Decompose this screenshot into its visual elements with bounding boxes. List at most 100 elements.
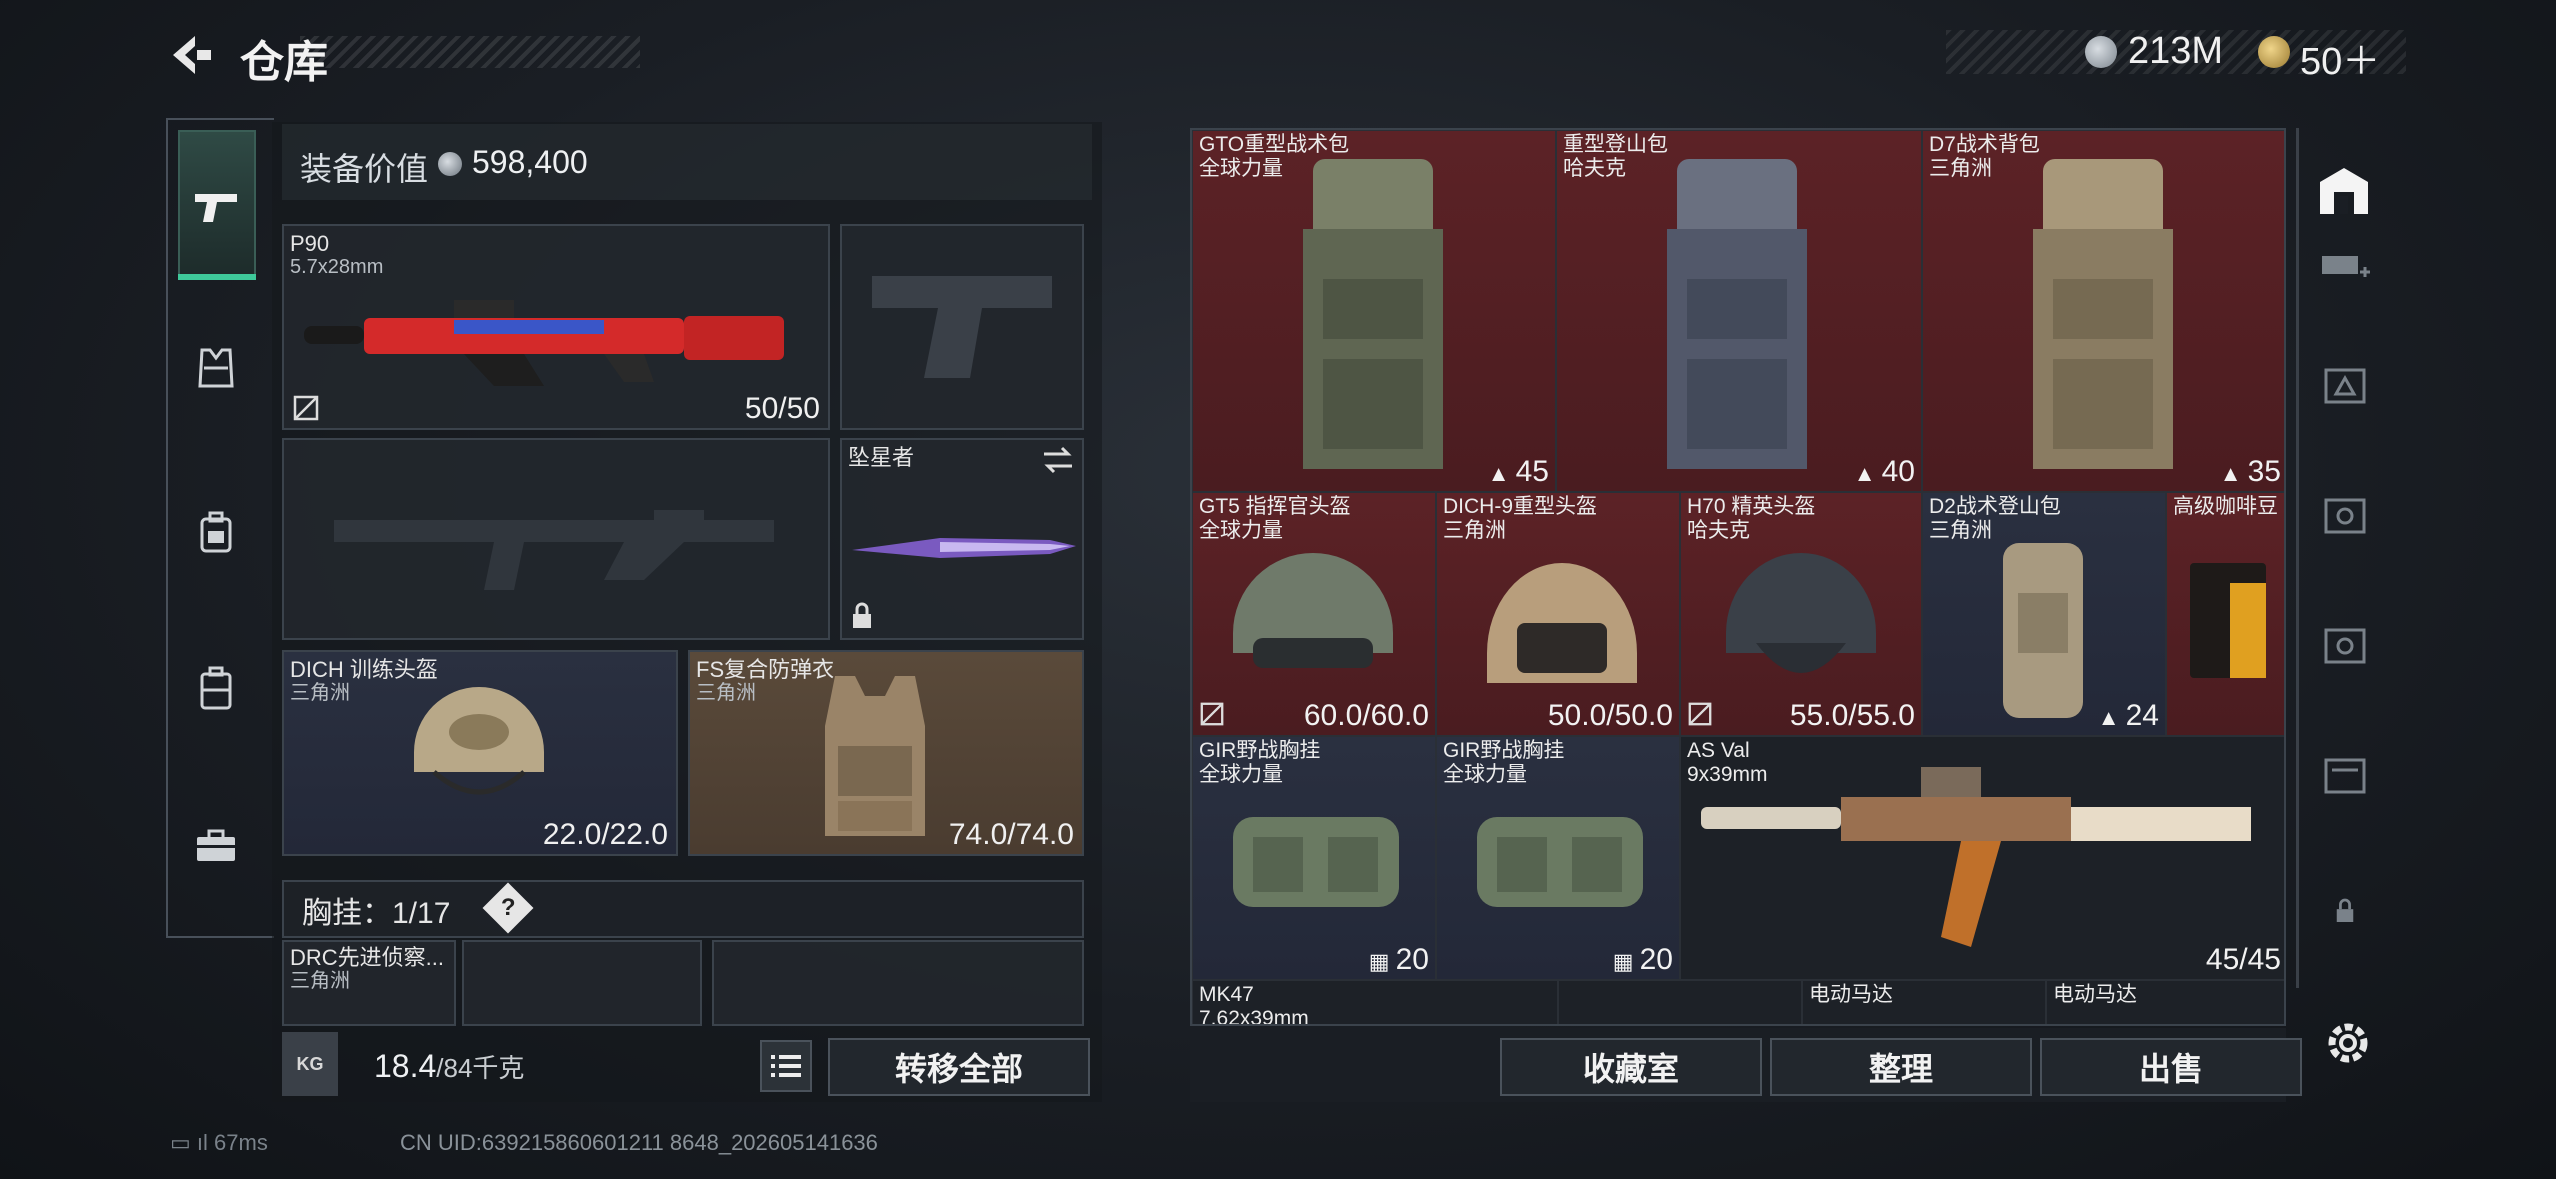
- capacity-icon: ▲: [1853, 461, 1882, 486]
- melee-slot[interactable]: 坠星者: [840, 438, 1084, 640]
- equipment-value: 598,400: [472, 144, 588, 180]
- item-count: ▲ 40: [1854, 455, 1915, 489]
- stash-item[interactable]: GTO重型战术包 全球力量 ▲ 45: [1192, 130, 1556, 492]
- ping-indicator: ▭ ıl 67ms: [170, 1130, 268, 1155]
- capacity-icon: ▲: [2219, 461, 2248, 486]
- item-title: MK47: [1199, 983, 1254, 1006]
- helmet-image: [1716, 543, 1886, 693]
- chest-empty-slot[interactable]: [462, 940, 702, 1026]
- weapon-caliber: 5.7x28mm: [290, 256, 384, 278]
- coin-icon: [438, 152, 462, 176]
- item-count-value: 20: [1395, 943, 1429, 976]
- user-uid: CN UID:639215860601211 8648_202605141636: [400, 1130, 878, 1155]
- list-view-button[interactable]: [760, 1040, 812, 1092]
- title-decoration: [300, 36, 640, 68]
- vest-capacity-icon: ▦: [1368, 949, 1396, 974]
- item-faction: 全球力量: [1199, 519, 1283, 542]
- backpack-image: [1293, 149, 1453, 479]
- helmet-image: [1477, 543, 1647, 693]
- stash-item[interactable]: D7战术背包 三角洲 ▲ 35: [1922, 130, 2284, 492]
- item-count-value: 35: [2247, 455, 2281, 488]
- weight-current: 18.4: [374, 1048, 437, 1084]
- item-name: DICH-9重型头盔 三角洲: [1443, 495, 1597, 543]
- luggage-icon[interactable]: [178, 650, 254, 726]
- stash-tab-3-icon[interactable]: [2320, 360, 2370, 410]
- pistol-icon[interactable]: [178, 170, 254, 246]
- backpack-image: [1993, 533, 2093, 723]
- item-name: 重型登山包 哈夫克: [1563, 133, 1668, 181]
- currency-primary: 213M: [2128, 30, 2224, 72]
- item-durability: 50.0/50.0: [1547, 699, 1673, 732]
- armor-name: FS复合防弹衣: [696, 657, 835, 682]
- item-count-value: 40: [1881, 455, 1915, 488]
- stash-item[interactable]: 高级咖啡豆: [2166, 492, 2284, 736]
- item-title: H70 精英头盔: [1687, 495, 1816, 518]
- currency-secondary[interactable]: 50＋: [2300, 30, 2380, 85]
- item-name: 电动马达: [2053, 983, 2137, 1006]
- item-name: H70 精英头盔 哈夫克: [1687, 495, 1815, 543]
- backpack-icon[interactable]: [178, 494, 254, 570]
- stash-item[interactable]: 电动马达: [1802, 980, 2046, 1024]
- stash-item[interactable]: 重型登山包 哈夫克 ▲ 40: [1556, 130, 1922, 492]
- stash-main-icon[interactable]: [2316, 166, 2372, 218]
- swap-icon[interactable]: [1042, 446, 1074, 474]
- vest-capacity-icon: ▦: [1612, 949, 1640, 974]
- item-name: GT5 指挥官头盔 全球力量: [1199, 495, 1351, 543]
- item-name: 电动马达: [1809, 983, 1893, 1006]
- item-title: 重型登山包: [1563, 133, 1668, 156]
- collection-room-button[interactable]: 收藏室: [1500, 1038, 1762, 1096]
- item-count: ▲ 24: [2098, 699, 2159, 733]
- rifle-placeholder-icon: [324, 480, 784, 600]
- stash-tab-6-icon[interactable]: [2320, 750, 2370, 800]
- as-val-rifle-image: [1701, 757, 2261, 957]
- stash-item[interactable]: GIR野战胸挂 全球力量 ▦ 20: [1436, 736, 1680, 980]
- helmet-slot[interactable]: DICH 训练头盔 三角洲 22.0/22.0: [282, 650, 678, 856]
- stash-item[interactable]: MK47 7.62x39mm: [1192, 980, 1558, 1026]
- stash-tab-4-icon[interactable]: [2320, 490, 2370, 540]
- vest-icon[interactable]: [178, 330, 254, 406]
- settings-gear-icon[interactable]: [2320, 1015, 2376, 1071]
- stash-item[interactable]: GT5 指挥官头盔 全球力量 60.0/60.0: [1192, 492, 1436, 736]
- long-weapon-slot[interactable]: [282, 438, 830, 640]
- add-stash-icon[interactable]: [2320, 250, 2370, 284]
- stash-slot-empty[interactable]: [1558, 980, 1802, 1024]
- pistol-placeholder-icon: [862, 266, 1062, 386]
- stash-item[interactable]: GIR野战胸挂 全球力量 ▦ 20: [1192, 736, 1436, 980]
- item-title: GT5 指挥官头盔: [1199, 495, 1351, 518]
- item-title: D2战术登山包: [1929, 495, 2061, 518]
- armor-faction: 三角洲: [696, 682, 756, 704]
- help-glyph: ?: [500, 893, 516, 921]
- armor-slot[interactable]: FS复合防弹衣 三角洲 74.0/74.0: [688, 650, 1084, 856]
- item-faction: 哈夫克: [1563, 157, 1626, 180]
- stash-tab-5-icon[interactable]: [2320, 620, 2370, 670]
- armor-vest-image: [820, 666, 930, 846]
- item-faction: 全球力量: [1443, 763, 1527, 786]
- item-count: ▲ 35: [2220, 455, 2281, 489]
- primary-weapon-slot[interactable]: P90 5.7x28mm 50/50: [282, 224, 830, 430]
- stash-item[interactable]: DICH-9重型头盔 三角洲 50.0/50.0: [1436, 492, 1680, 736]
- sort-button[interactable]: 整理: [1770, 1038, 2032, 1096]
- item-name: 高级咖啡豆: [2173, 495, 2278, 518]
- back-arrow-icon[interactable]: [165, 30, 215, 80]
- stash-item[interactable]: 电动马达: [2046, 980, 2284, 1024]
- stash-item[interactable]: AS Val 9x39mm 45/45: [1680, 736, 2284, 980]
- secondary-weapon-slot[interactable]: [840, 224, 1084, 430]
- helmet-image: [404, 672, 554, 812]
- item-faction: 7.62x39mm: [1199, 1007, 1309, 1026]
- item-ammo: 45/45: [2205, 943, 2281, 976]
- chest-item-name: DRC先进侦察...: [290, 945, 445, 970]
- item-count-value: 45: [1515, 455, 1549, 488]
- chest-item-slot[interactable]: DRC先进侦察... 三角洲: [282, 940, 456, 1026]
- page-title: 仓库: [240, 38, 328, 87]
- p90-weapon-image: [304, 286, 804, 396]
- stash-item[interactable]: D2战术登山包 三角洲 ▲ 24: [1922, 492, 2166, 736]
- sell-button[interactable]: 出售: [2040, 1038, 2302, 1096]
- coin-icon: [2085, 36, 2117, 68]
- chest-empty-slot[interactable]: [712, 940, 1084, 1026]
- stash-item[interactable]: H70 精英头盔 哈夫克 55.0/55.0: [1680, 492, 1922, 736]
- gold-token-icon: [2258, 36, 2290, 68]
- briefcase-icon[interactable]: [178, 808, 254, 884]
- item-name: GIR野战胸挂 全球力量: [1443, 739, 1564, 787]
- transfer-all-button[interactable]: 转移全部: [828, 1038, 1090, 1096]
- weapon-ammo: 50/50: [744, 392, 820, 425]
